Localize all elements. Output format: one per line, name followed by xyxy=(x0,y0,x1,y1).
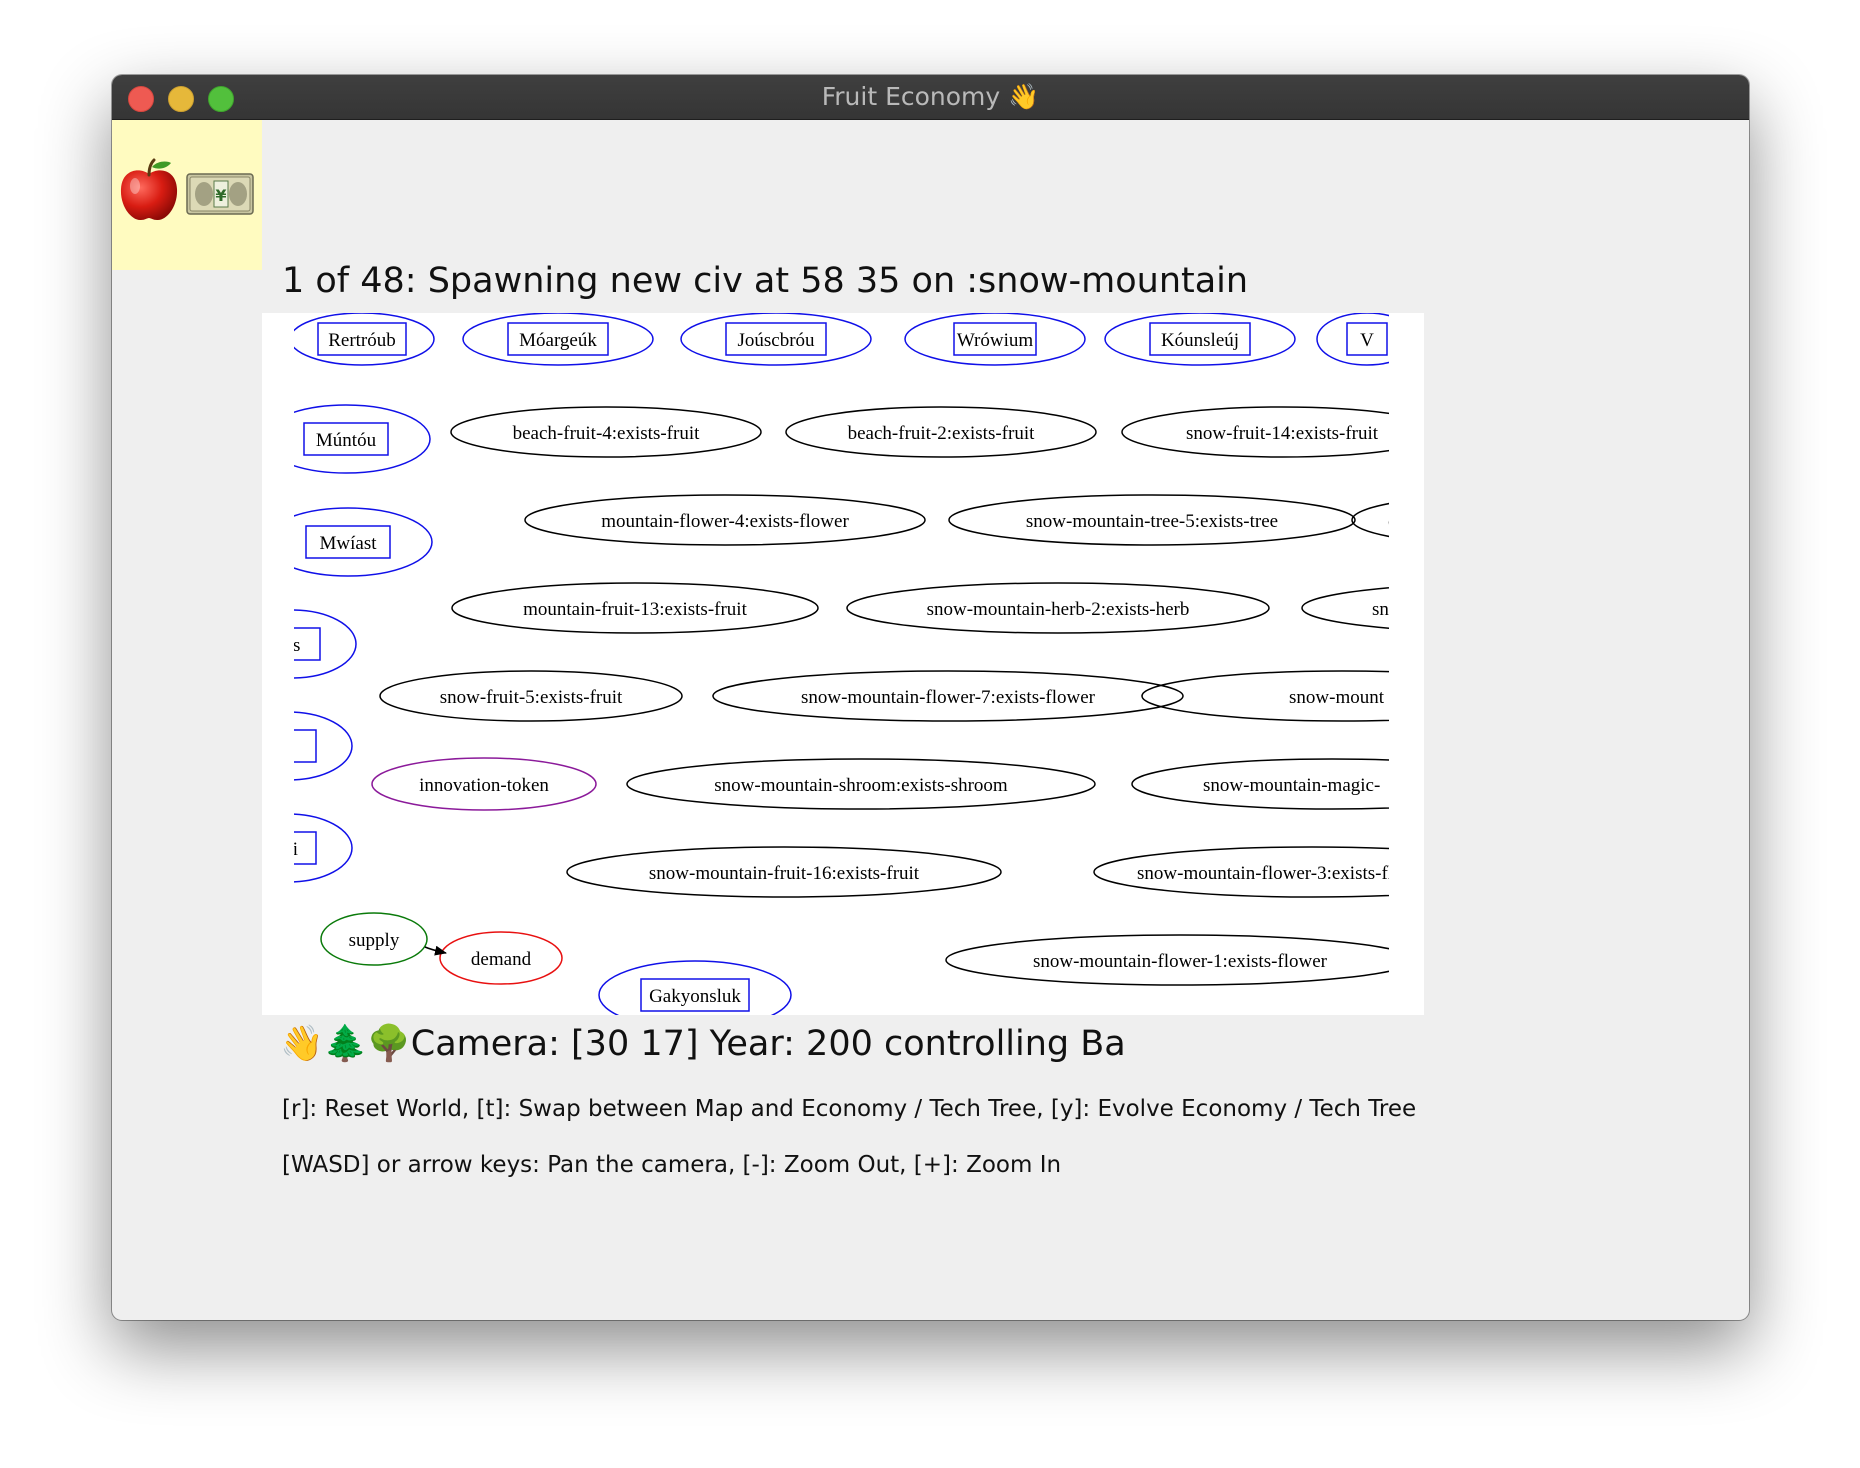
svg-text:V: V xyxy=(1360,330,1374,351)
svg-text:Wrówium: Wrówium xyxy=(957,330,1033,351)
resource-node[interactable]: snow-mountain-tree-5:exists-tree xyxy=(948,494,1356,546)
svg-text:snow-fruit-14:exists-fruit: snow-fruit-14:exists-fruit xyxy=(1186,423,1379,444)
resource-node[interactable]: snow-mountain-flower-1:exists-flower xyxy=(945,934,1414,986)
svg-text:snow-mountain-herb-2:exists-he: snow-mountain-herb-2:exists-herb xyxy=(927,599,1190,620)
resource-node[interactable]: snow-fruit-5:exists-fruit xyxy=(379,670,683,722)
svg-text:beach-fruit-2:exists-fruit: beach-fruit-2:exists-fruit xyxy=(848,423,1035,444)
civ-node[interactable]: Gakyonsluk xyxy=(598,960,792,1015)
svg-text:rái: rái xyxy=(278,839,298,860)
civ-node[interactable]: Rertróub xyxy=(290,313,435,366)
civ-node[interactable]: Móargeúk xyxy=(462,313,654,366)
svg-text:c: c xyxy=(1388,511,1396,532)
svg-text:demand: demand xyxy=(471,949,532,970)
app-logo: ¥ xyxy=(112,120,262,270)
svg-text:snow-mountain-flower-3:exists-: snow-mountain-flower-3:exists-flo xyxy=(1137,863,1403,884)
civ-node[interactable]: Wrówium xyxy=(904,313,1086,366)
resource-node[interactable]: c xyxy=(1351,495,1424,545)
svg-text:Móargeúk: Móargeúk xyxy=(519,330,597,351)
civ-node[interactable]: rái xyxy=(262,813,353,883)
svg-text:Múntóu: Múntóu xyxy=(316,430,377,451)
svg-text:supply: supply xyxy=(349,930,400,951)
red-apple-icon xyxy=(120,158,178,221)
civ-node[interactable]: g xyxy=(262,711,353,781)
civ-node[interactable]: Joúscbróu xyxy=(680,313,872,366)
svg-text:snow-mountain-flower-1:exists-: snow-mountain-flower-1:exists-flower xyxy=(1033,951,1328,972)
svg-text:beach-fruit-4:exists-fruit: beach-fruit-4:exists-fruit xyxy=(513,423,700,444)
svg-text:Kóunsleúj: Kóunsleúj xyxy=(1161,330,1239,351)
svg-text:g: g xyxy=(283,737,293,758)
svg-text:Mwíast: Mwíast xyxy=(320,533,378,554)
svg-text:ds: ds xyxy=(284,635,301,656)
innovation-token-node[interactable]: innovation-token xyxy=(371,757,597,811)
app-window: Fruit Economy 👋 ¥ 1 of 48: Spawning new … xyxy=(112,75,1749,1320)
page-title: 1 of 48: Spawning new civ at 58 35 on :s… xyxy=(282,261,1249,301)
resource-node[interactable]: snow-mountain-flower-7:exists-flower xyxy=(712,670,1184,722)
economy-graph-canvas[interactable]: Rertróub Móargeúk Joúscbróu Wrówium Kóunsleú… xyxy=(262,313,1424,1015)
svg-text:snow-mountain-fruit-16:exists-: snow-mountain-fruit-16:exists-fruit xyxy=(649,863,920,884)
resource-node[interactable]: snow-mountain-shroom:exists-shroom xyxy=(626,758,1096,810)
yen-banknote-icon: ¥ xyxy=(186,173,254,215)
resource-node[interactable]: snow-mountain-magic- xyxy=(1131,758,1424,810)
resource-node[interactable]: beach-fruit-2:exists-fruit xyxy=(785,406,1097,458)
svg-text:sn: sn xyxy=(1372,599,1389,620)
economy-graph[interactable]: Rertróub Móargeúk Joúscbróu Wrówium Kóunsleú… xyxy=(262,313,1424,1015)
civ-node[interactable]: V xyxy=(1316,313,1417,366)
status-emoji: 👋🌲🌳 xyxy=(280,1024,411,1064)
svg-text:snow-mountain-flower-7:exists-: snow-mountain-flower-7:exists-flower xyxy=(801,687,1096,708)
svg-text:Gakyonsluk: Gakyonsluk xyxy=(649,986,741,1007)
help-text-keys: [r]: Reset World, [t]: Swap between Map … xyxy=(282,1096,1417,1122)
svg-text:Joúscbróu: Joúscbróu xyxy=(737,330,815,351)
window-title: Fruit Economy 👋 xyxy=(821,82,1040,111)
supply-node[interactable]: supply xyxy=(320,912,428,966)
status-line: 👋🌲🌳Camera: [30 17] Year: 200 controlling… xyxy=(280,1023,1126,1064)
resource-node[interactable]: beach-fruit-4:exists-fruit xyxy=(450,406,762,458)
svg-text:mountain-fruit-13:exists-fruit: mountain-fruit-13:exists-fruit xyxy=(523,599,747,620)
resource-node[interactable]: sn xyxy=(1301,583,1424,633)
svg-text:snow-mountain-magic-: snow-mountain-magic- xyxy=(1203,775,1380,796)
svg-text:snow-fruit-5:exists-fruit: snow-fruit-5:exists-fruit xyxy=(440,687,623,708)
resource-node[interactable]: mountain-flower-4:exists-flower xyxy=(524,494,926,546)
title-bar[interactable]: Fruit Economy 👋 xyxy=(112,75,1749,120)
resource-node[interactable]: snow-fruit-14:exists-fruit xyxy=(1121,406,1424,458)
resource-node[interactable]: snow-mountain-flower-3:exists-flo xyxy=(1093,846,1424,898)
civ-node[interactable]: Kóunsleúj xyxy=(1104,313,1296,366)
svg-text:innovation-token: innovation-token xyxy=(419,775,549,796)
civ-node[interactable]: ds xyxy=(262,609,357,679)
svg-text:snow-mountain-tree-5:exists-tr: snow-mountain-tree-5:exists-tree xyxy=(1026,511,1278,532)
help-text-camera: [WASD] or arrow keys: Pan the camera, [-… xyxy=(282,1152,1062,1178)
civ-node[interactable]: Mwíast xyxy=(264,507,433,577)
resource-node[interactable]: mountain-fruit-13:exists-fruit xyxy=(451,582,819,634)
svg-text:¥: ¥ xyxy=(215,186,226,205)
resource-node[interactable]: snow-mountain-herb-2:exists-herb xyxy=(846,582,1270,634)
camera-status-text: Camera: [30 17] Year: 200 controlling Ba xyxy=(410,1024,1126,1064)
civ-node[interactable]: Múntóu xyxy=(262,404,431,474)
svg-text:snow-mount: snow-mount xyxy=(1289,687,1385,708)
svg-text:mountain-flower-4:exists-flowe: mountain-flower-4:exists-flower xyxy=(601,511,849,532)
resource-node[interactable]: snow-mountain-fruit-16:exists-fruit xyxy=(566,846,1002,898)
svg-text:snow-mountain-shroom:exists-sh: snow-mountain-shroom:exists-shroom xyxy=(714,775,1008,796)
svg-text:Rertróub: Rertróub xyxy=(328,330,396,351)
demand-node[interactable]: demand xyxy=(439,931,563,985)
resource-node[interactable]: snow-mount xyxy=(1141,670,1424,722)
